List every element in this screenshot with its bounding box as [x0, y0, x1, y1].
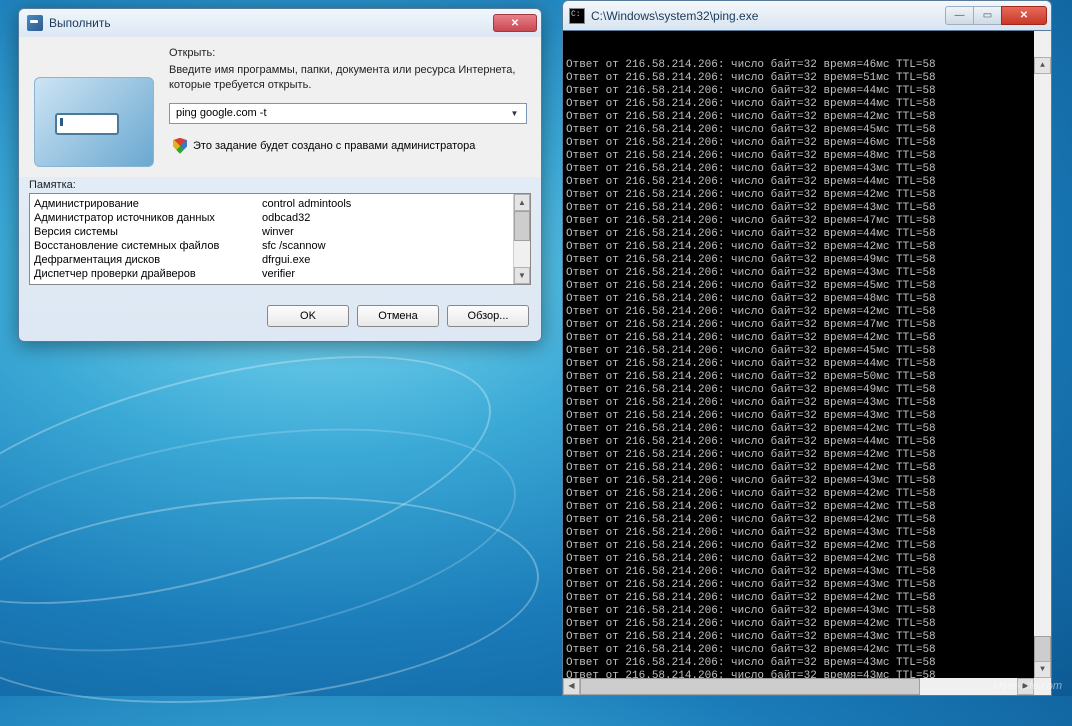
cmd-window-title: C:\Windows\system32\ping.exe — [591, 9, 946, 23]
scroll-down-icon[interactable]: ▼ — [1034, 661, 1051, 678]
cmd-output[interactable]: Ответ от 216.58.214.206: число байт=32 в… — [562, 30, 1052, 696]
minimize-button[interactable]: ― — [945, 6, 974, 25]
scroll-track[interactable] — [1034, 100, 1051, 696]
memo-table[interactable]: Администрированиеcontrol admintoolsАдмин… — [30, 194, 513, 284]
cmd-titlebar[interactable]: C:\Windows\system32\ping.exe ― ▭ ✕ — [562, 0, 1052, 30]
cmd-vscrollbar[interactable]: ▲ ▼ — [1034, 31, 1051, 678]
memo-cmd: control admintools — [262, 197, 509, 211]
run-button-row: OK Отмена Обзор... — [19, 295, 541, 341]
open-combobox[interactable]: ping google.com -t ▼ — [169, 103, 527, 124]
ok-button[interactable]: OK — [267, 305, 349, 327]
run-body: Открыть: Введите имя программы, папки, д… — [19, 37, 541, 177]
scroll-left-icon[interactable]: ◀ — [563, 678, 580, 695]
memo-row[interactable]: Версия системыwinver — [34, 225, 509, 239]
browse-button[interactable]: Обзор... — [447, 305, 529, 327]
run-icon — [27, 15, 43, 31]
memo-name: Диспетчер проверки драйверов — [34, 267, 262, 281]
scroll-up-icon[interactable]: ▲ — [514, 194, 530, 211]
admin-note-text: Это задание будет создано с правами адми… — [193, 140, 475, 152]
cmd-icon — [569, 8, 585, 24]
scroll-thumb[interactable] — [580, 678, 920, 695]
open-label: Открыть: — [169, 47, 527, 59]
memo-row[interactable]: Администратор источников данныхodbcad32 — [34, 211, 509, 225]
cmd-window: C:\Windows\system32\ping.exe ― ▭ ✕ Ответ… — [562, 0, 1052, 696]
memo-cmd: winver — [262, 225, 509, 239]
shield-icon — [173, 138, 187, 154]
maximize-button[interactable]: ▭ — [973, 6, 1002, 25]
memo-name: Дефрагментация дисков — [34, 253, 262, 267]
chevron-down-icon[interactable]: ▼ — [507, 105, 522, 122]
scroll-track[interactable] — [580, 678, 1017, 695]
memo-cmd: dfrgui.exe — [262, 253, 509, 267]
memo-list: Администрированиеcontrol admintoolsАдмин… — [29, 193, 531, 285]
memo-row[interactable]: Восстановление системных файловsfc /scan… — [34, 239, 509, 253]
memo-cmd: odbcad32 — [262, 211, 509, 225]
scroll-down-icon[interactable]: ▼ — [514, 267, 530, 284]
memo-name: Восстановление системных файлов — [34, 239, 262, 253]
run-titlebar[interactable]: Выполнить ✕ — [19, 9, 541, 37]
run-window-title: Выполнить — [49, 16, 493, 30]
memo-name: Администрирование — [34, 197, 262, 211]
run-dialog: Выполнить ✕ Открыть: Введите имя програм… — [18, 8, 542, 342]
run-large-icon — [34, 77, 154, 167]
run-icon-panel — [19, 37, 169, 177]
run-close-button[interactable]: ✕ — [493, 14, 537, 32]
memo-row[interactable]: Администрированиеcontrol admintools — [34, 197, 509, 211]
scroll-thumb[interactable] — [514, 211, 530, 241]
admin-note-row: Это задание будет создано с правами адми… — [169, 138, 527, 154]
open-row: ping google.com -t ▼ — [169, 103, 527, 124]
cmd-close-button[interactable]: ✕ — [1001, 6, 1047, 25]
cancel-button[interactable]: Отмена — [357, 305, 439, 327]
open-value: ping google.com -t — [176, 107, 267, 119]
memo-cmd: verifier — [262, 267, 509, 281]
memo-row[interactable]: Диспетчер проверки драйверовverifier — [34, 267, 509, 281]
watermark: User-Life.com — [994, 680, 1062, 692]
cmd-window-controls: ― ▭ ✕ — [946, 6, 1047, 25]
memo-name: Администратор источников данных — [34, 211, 262, 225]
scroll-up-icon[interactable]: ▲ — [1034, 57, 1051, 74]
memo-name: Версия системы — [34, 225, 262, 239]
run-content-panel: Открыть: Введите имя программы, папки, д… — [169, 37, 541, 177]
cmd-hscrollbar[interactable]: ◀ ▶ — [563, 678, 1051, 695]
memo-label: Памятка: — [29, 179, 541, 191]
memo-row[interactable]: Дефрагментация дисковdfrgui.exe — [34, 253, 509, 267]
memo-scrollbar[interactable]: ▲ ▼ — [513, 194, 530, 284]
memo-cmd: sfc /scannow — [262, 239, 509, 253]
run-instruction: Введите имя программы, папки, документа … — [169, 63, 527, 93]
scroll-track[interactable] — [514, 211, 530, 267]
